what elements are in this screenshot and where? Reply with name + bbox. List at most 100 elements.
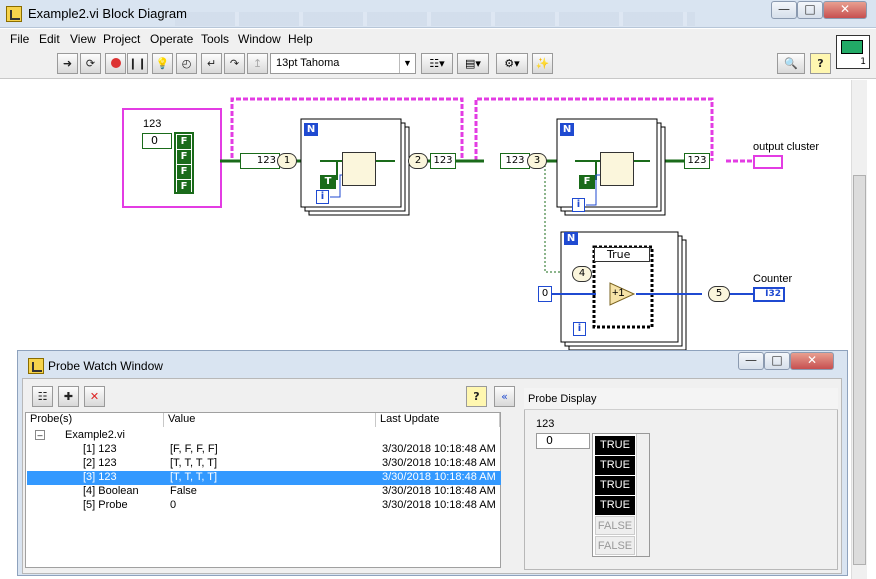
collapse-toggle-icon[interactable]: –: [35, 430, 45, 440]
menu-window[interactable]: Window: [238, 32, 281, 46]
probe-marker-2[interactable]: 2: [408, 153, 428, 169]
probe-cell: [3] 123: [83, 471, 117, 483]
probe-marker-5[interactable]: 5: [708, 286, 730, 302]
probe-marker-1[interactable]: 1: [277, 153, 297, 169]
replace-array-subset-node[interactable]: [342, 152, 376, 186]
table-row[interactable]: [4] Boolean False 3/30/2018 10:18:48 AM: [27, 485, 501, 499]
align-objects-dropdown[interactable]: ☷▾: [421, 53, 453, 74]
case-selector[interactable]: True: [594, 247, 650, 262]
array-index[interactable]: 0: [142, 133, 172, 149]
minimize-button[interactable]: —: [771, 1, 797, 19]
loop2-bool-constant[interactable]: F: [579, 175, 595, 189]
loop3-count-terminal[interactable]: N: [564, 232, 578, 245]
window-title: Example2.vi Block Diagram: [28, 6, 187, 21]
menu-project[interactable]: Project: [103, 32, 140, 46]
table-row[interactable]: [2] 123 [T, T, T, T] 3/30/2018 10:18:48 AM: [27, 457, 501, 471]
reorder-dropdown[interactable]: ⚙▾: [496, 53, 528, 74]
tree-root-row[interactable]: – Example2.vi: [27, 429, 501, 443]
probe-display-index[interactable]: 0: [536, 433, 590, 449]
counter-label: Counter: [753, 273, 793, 285]
probe-cell: [5] Probe: [83, 499, 128, 511]
bool-element: F: [177, 165, 191, 179]
bundle-node-1[interactable]: 123: [430, 153, 456, 169]
pause-icon[interactable]: ❙❙: [127, 53, 148, 74]
loop1-bool-constant[interactable]: T: [320, 175, 336, 189]
step-into-icon[interactable]: ↵: [201, 53, 222, 74]
probe-maximize-button[interactable]: □: [764, 352, 790, 370]
table-row[interactable]: [1] 123 [F, F, F, F] 3/30/2018 10:18:48 AM: [27, 443, 501, 457]
replace-array-subset-node-2[interactable]: [600, 152, 634, 186]
probe-close-button[interactable]: ✕: [790, 352, 834, 370]
retain-wire-values-icon[interactable]: ◴: [176, 53, 197, 74]
probe-marker-4[interactable]: 4: [572, 266, 592, 282]
distribute-objects-dropdown[interactable]: ▤▾: [457, 53, 489, 74]
collapse-panel-icon[interactable]: «: [494, 386, 515, 407]
unbundle-node-2[interactable]: 123: [500, 153, 530, 169]
menu-operate[interactable]: Operate: [150, 32, 193, 46]
cleanup-diagram-icon[interactable]: ✨: [532, 53, 553, 74]
loop2-count-terminal[interactable]: N: [560, 123, 574, 136]
table-row[interactable]: [5] Probe 0 3/30/2018 10:18:48 AM: [27, 499, 501, 513]
bool-value: TRUE: [595, 476, 635, 495]
bool-value: FALSE: [595, 536, 635, 555]
highlight-execution-icon[interactable]: 💡: [152, 53, 173, 74]
loop1-count-terminal[interactable]: N: [304, 123, 318, 136]
maximize-button[interactable]: □: [797, 1, 823, 19]
bool-value: TRUE: [595, 456, 635, 475]
loop1-iteration-terminal[interactable]: i: [316, 190, 329, 204]
cluster-constant: [122, 108, 222, 208]
probe-display-array-label: 123: [536, 418, 555, 430]
probe-minimize-button[interactable]: —: [738, 352, 764, 370]
close-button[interactable]: ✕: [823, 1, 867, 19]
bool-array[interactable]: F F F F: [174, 132, 194, 194]
unbundle-node[interactable]: 123: [240, 153, 280, 169]
column-header-probes[interactable]: Probe(s): [26, 413, 164, 427]
menu-edit[interactable]: Edit: [39, 32, 60, 46]
time-cell: 3/30/2018 10:18:48 AM: [382, 471, 496, 483]
search-icon[interactable]: 🔍: [777, 53, 805, 74]
vi-connector-icon: 1: [836, 35, 870, 69]
column-header-last-update[interactable]: Last Update: [376, 413, 500, 427]
bundle-node-2[interactable]: 123: [684, 153, 710, 169]
time-cell: 3/30/2018 10:18:48 AM: [382, 499, 496, 511]
add-probe-icon[interactable]: ✚: [58, 386, 79, 407]
run-arrow-icon[interactable]: ➜: [57, 53, 78, 74]
bool-value: FALSE: [595, 516, 635, 535]
font-dropdown[interactable]: 13pt Tahoma ▼: [270, 53, 416, 74]
run-continuously-icon[interactable]: ⟳: [80, 53, 101, 74]
bool-element: F: [177, 135, 191, 149]
probe-display-panel: [524, 388, 838, 570]
probe-marker-3[interactable]: 3: [527, 153, 547, 169]
step-over-icon[interactable]: ↷: [224, 53, 245, 74]
column-header-value[interactable]: Value: [164, 413, 376, 427]
bool-value: TRUE: [595, 436, 635, 455]
menu-help[interactable]: Help: [288, 32, 313, 46]
table-row[interactable]: [3] 123 [T, T, T, T] 3/30/2018 10:18:48 AM: [27, 471, 501, 485]
probe-cell: [4] Boolean: [83, 485, 139, 497]
bool-element: F: [177, 150, 191, 164]
time-cell: 3/30/2018 10:18:48 AM: [382, 443, 496, 455]
loop2-iteration-terminal[interactable]: i: [572, 198, 585, 212]
menu-file[interactable]: File: [10, 32, 29, 46]
unbundle-label: 123: [256, 155, 276, 166]
diagram-scrollbar[interactable]: [851, 80, 867, 579]
loop3-iteration-terminal[interactable]: i: [573, 322, 586, 336]
step-out-icon[interactable]: ↥: [247, 53, 268, 74]
counter-indicator[interactable]: I32: [753, 287, 785, 302]
probe-display-scrollbar[interactable]: [636, 434, 649, 556]
array-label: 123: [143, 118, 162, 130]
case-selector-label: True: [607, 248, 631, 261]
output-cluster-indicator[interactable]: [753, 155, 783, 169]
counter-init-constant[interactable]: 0: [538, 286, 552, 302]
output-cluster-label: output cluster: [753, 141, 820, 153]
context-help-icon[interactable]: ?: [810, 53, 831, 74]
menu-tools[interactable]: Tools: [201, 32, 229, 46]
abort-icon[interactable]: [105, 53, 126, 74]
scroll-thumb[interactable]: [853, 175, 866, 565]
probe-table: Probe(s) Value Last Update – Example2.vi…: [25, 412, 501, 568]
time-cell: 3/30/2018 10:18:48 AM: [382, 457, 496, 469]
menu-view[interactable]: View: [70, 32, 96, 46]
delete-probe-icon[interactable]: ✕: [84, 386, 105, 407]
probe-help-icon[interactable]: ?: [466, 386, 487, 407]
new-probe-icon[interactable]: ☷: [32, 386, 53, 407]
